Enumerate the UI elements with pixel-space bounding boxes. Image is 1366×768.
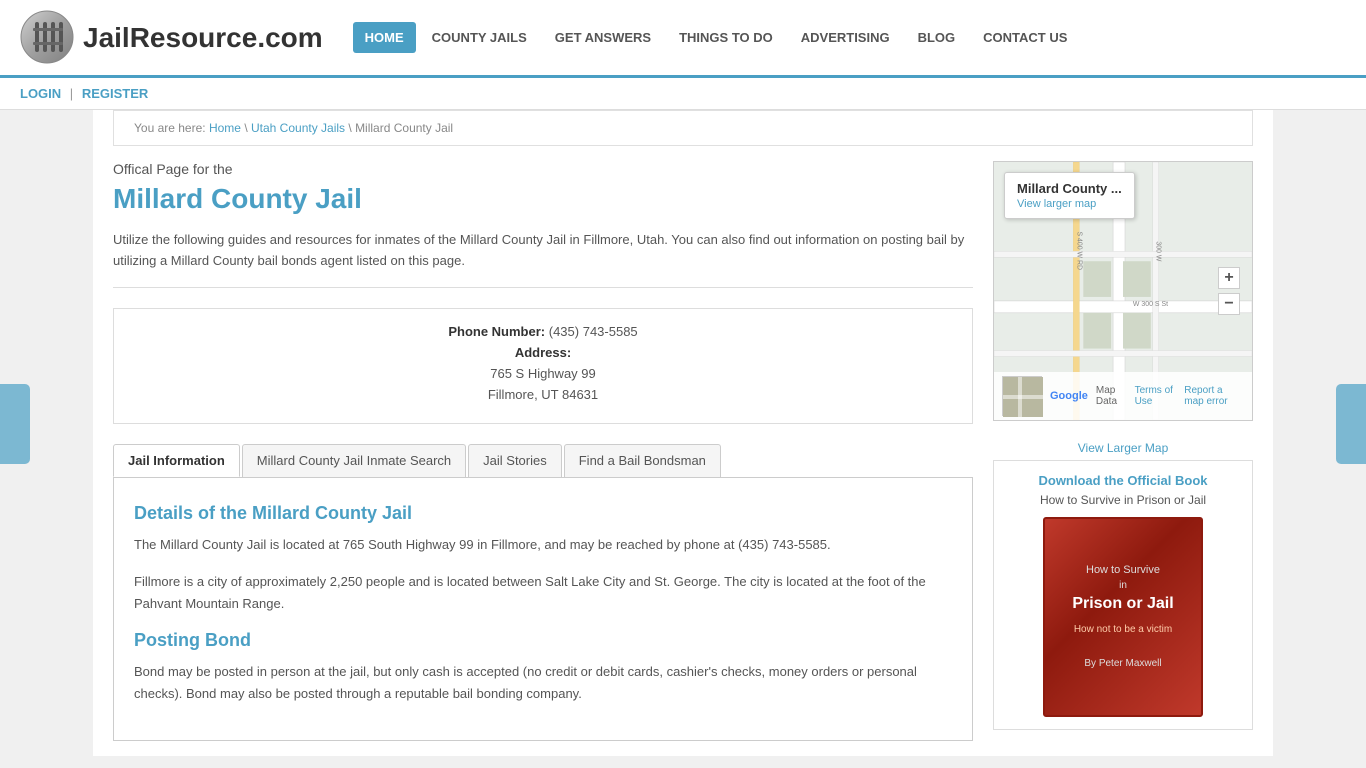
login-link[interactable]: LOGIN: [20, 86, 61, 101]
book-section: Download the Official Book How to Surviv…: [993, 460, 1253, 730]
tab-content: Details of the Millard County Jail The M…: [113, 477, 973, 741]
left-accent: [0, 384, 30, 464]
svg-text:W 300 S St: W 300 S St: [1133, 301, 1168, 308]
tab-bail-bondsman[interactable]: Find a Bail Bondsman: [564, 444, 721, 477]
book-cover-line2: in: [1072, 579, 1173, 593]
svg-text:300 W: 300 W: [1155, 241, 1162, 262]
map-callout-title: Millard County ...: [1017, 181, 1122, 196]
google-logo: Google: [1050, 390, 1088, 402]
details-text2: Fillmore is a city of approximately 2,25…: [134, 571, 952, 615]
map-callout: Millard County ... View larger map: [1004, 172, 1135, 219]
map-footer: Google Map Data Terms of Use Report a ma…: [994, 372, 1252, 420]
address-row: Address:: [129, 345, 957, 360]
site-title: JailResource.com: [83, 22, 323, 54]
register-link[interactable]: REGISTER: [82, 86, 148, 101]
address-city: Fillmore, UT 84631: [129, 387, 957, 402]
map-terms[interactable]: Terms of Use: [1135, 385, 1177, 407]
book-cover: How to Survive in Prison or Jail How not…: [1043, 517, 1203, 717]
map-view-larger-link[interactable]: View larger map: [1017, 198, 1096, 210]
official-label: Offical Page for the: [113, 161, 973, 177]
phone-value: (435) 743-5585: [549, 324, 638, 339]
map-controls: + −: [1218, 267, 1240, 315]
breadcrumb: You are here: Home \ Utah County Jails \…: [113, 110, 1253, 146]
nav-home[interactable]: HOME: [353, 22, 416, 53]
address-label: Address:: [515, 345, 571, 360]
phone-label: Phone Number:: [448, 324, 545, 339]
main-nav: HOME COUNTY JAILS GET ANSWERS THINGS TO …: [353, 22, 1080, 53]
map-report[interactable]: Report a map error: [1184, 385, 1244, 407]
book-cover-author: By Peter Maxwell: [1072, 657, 1173, 671]
logo-area: JailResource.com: [20, 10, 323, 65]
map-thumbnail: [1002, 376, 1042, 416]
jail-info-section: Phone Number: (435) 743-5585 Address: 76…: [113, 308, 973, 424]
breadcrumb-prefix: You are here:: [134, 121, 206, 135]
nav-contact-us[interactable]: CONTACT US: [971, 22, 1079, 53]
breadcrumb-current: Millard County Jail: [355, 121, 453, 135]
header: JailResource.com HOME COUNTY JAILS GET A…: [0, 0, 1366, 78]
book-subtitle: How to Survive in Prison or Jail: [1006, 493, 1240, 507]
main-content: Offical Page for the Millard County Jail…: [113, 161, 973, 741]
details-text1: The Millard County Jail is located at 76…: [134, 534, 952, 556]
map-zoom-in[interactable]: +: [1218, 267, 1240, 289]
nav-get-answers[interactable]: GET ANSWERS: [543, 22, 663, 53]
svg-text:S 400 W RD: S 400 W RD: [1075, 231, 1082, 270]
tab-jail-info[interactable]: Jail Information: [113, 444, 240, 477]
book-cover-tagline: How not to be a victim: [1072, 623, 1173, 637]
nav-blog[interactable]: BLOG: [906, 22, 968, 53]
page-layout: Offical Page for the Millard County Jail…: [113, 146, 1253, 756]
nav-things-to-do[interactable]: THINGS TO DO: [667, 22, 785, 53]
address-street: 765 S Highway 99: [129, 366, 957, 381]
bond-title: Posting Bond: [134, 630, 952, 651]
map-data-label: Map Data: [1096, 385, 1127, 407]
tab-inmate-search[interactable]: Millard County Jail Inmate Search: [242, 444, 466, 477]
breadcrumb-home[interactable]: Home: [209, 121, 241, 135]
book-download-link[interactable]: Download the Official Book: [1006, 473, 1240, 488]
sidebar: S 400 W RD W 300 S St 300 W Millard Coun…: [993, 161, 1253, 741]
details-title: Details of the Millard County Jail: [134, 503, 952, 524]
map-container: S 400 W RD W 300 S St 300 W Millard Coun…: [993, 161, 1253, 421]
right-accent: [1336, 384, 1366, 464]
tabs: Jail Information Millard County Jail Inm…: [113, 444, 973, 477]
nav-advertising[interactable]: ADVERTISING: [789, 22, 902, 53]
map-zoom-out[interactable]: −: [1218, 293, 1240, 315]
nav-county-jails[interactable]: COUNTY JAILS: [420, 22, 539, 53]
bond-text: Bond may be posted in person at the jail…: [134, 661, 952, 705]
book-cover-line1: How to Survive: [1072, 563, 1173, 578]
map-view-larger-bottom[interactable]: View Larger Map: [993, 436, 1253, 460]
page-description: Utilize the following guides and resourc…: [113, 230, 973, 288]
page-title: Millard County Jail: [113, 183, 973, 215]
main-wrapper: You are here: Home \ Utah County Jails \…: [93, 110, 1273, 756]
breadcrumb-parent[interactable]: Utah County Jails: [251, 121, 345, 135]
phone-row: Phone Number: (435) 743-5585: [129, 324, 957, 339]
auth-bar: LOGIN | REGISTER: [0, 78, 1366, 110]
logo-icon: [20, 10, 75, 65]
book-cover-title: Prison or Jail: [1072, 593, 1173, 615]
book-cover-text: How to Survive in Prison or Jail How not…: [1072, 563, 1173, 671]
auth-separator: |: [70, 86, 73, 101]
tab-jail-stories[interactable]: Jail Stories: [468, 444, 562, 477]
